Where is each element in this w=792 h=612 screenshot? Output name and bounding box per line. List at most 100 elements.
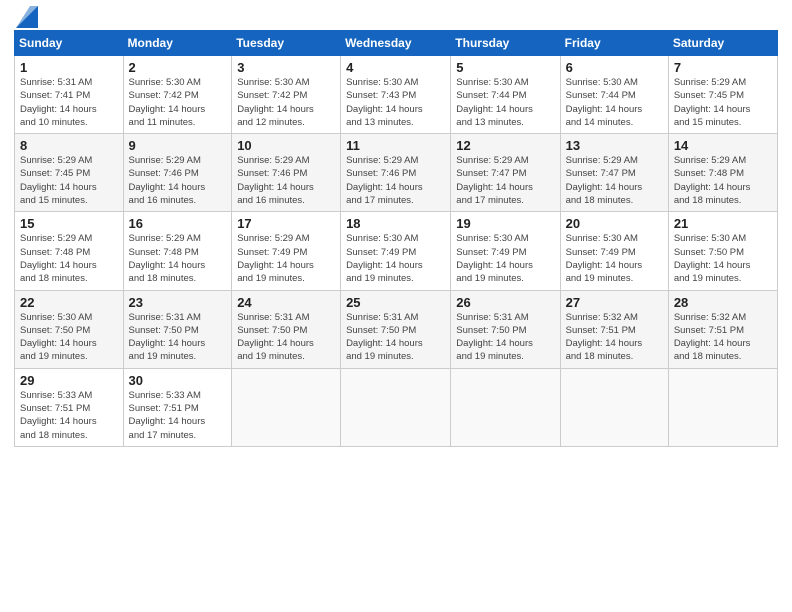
calendar-cell: 7Sunrise: 5:29 AMSunset: 7:45 PMDaylight… [668,56,777,134]
logo [14,10,38,22]
calendar-cell: 21Sunrise: 5:30 AMSunset: 7:50 PMDayligh… [668,212,777,290]
calendar-cell: 9Sunrise: 5:29 AMSunset: 7:46 PMDaylight… [123,134,232,212]
day-number: 19 [456,216,554,231]
day-info: Sunrise: 5:29 AMSunset: 7:46 PMDaylight:… [237,154,335,207]
day-info: Sunrise: 5:30 AMSunset: 7:44 PMDaylight:… [566,76,663,129]
day-info: Sunrise: 5:31 AMSunset: 7:50 PMDaylight:… [237,311,335,364]
day-info: Sunrise: 5:31 AMSunset: 7:50 PMDaylight:… [456,311,554,364]
day-number: 4 [346,60,445,75]
calendar-cell: 22Sunrise: 5:30 AMSunset: 7:50 PMDayligh… [15,290,124,368]
day-number: 11 [346,138,445,153]
weekday-header-saturday: Saturday [668,31,777,56]
day-number: 15 [20,216,118,231]
calendar-cell: 27Sunrise: 5:32 AMSunset: 7:51 PMDayligh… [560,290,668,368]
day-number: 10 [237,138,335,153]
calendar: SundayMondayTuesdayWednesdayThursdayFrid… [14,30,778,447]
day-number: 6 [566,60,663,75]
day-info: Sunrise: 5:29 AMSunset: 7:46 PMDaylight:… [129,154,227,207]
calendar-cell: 20Sunrise: 5:30 AMSunset: 7:49 PMDayligh… [560,212,668,290]
logo-icon [16,6,38,28]
day-number: 5 [456,60,554,75]
day-number: 3 [237,60,335,75]
calendar-cell: 11Sunrise: 5:29 AMSunset: 7:46 PMDayligh… [341,134,451,212]
day-number: 28 [674,295,772,310]
day-number: 16 [129,216,227,231]
calendar-cell [341,368,451,446]
day-info: Sunrise: 5:29 AMSunset: 7:46 PMDaylight:… [346,154,445,207]
weekday-header-thursday: Thursday [451,31,560,56]
day-info: Sunrise: 5:29 AMSunset: 7:49 PMDaylight:… [237,232,335,285]
calendar-cell: 16Sunrise: 5:29 AMSunset: 7:48 PMDayligh… [123,212,232,290]
day-info: Sunrise: 5:33 AMSunset: 7:51 PMDaylight:… [129,389,227,442]
calendar-cell: 18Sunrise: 5:30 AMSunset: 7:49 PMDayligh… [341,212,451,290]
day-info: Sunrise: 5:32 AMSunset: 7:51 PMDaylight:… [674,311,772,364]
day-number: 14 [674,138,772,153]
calendar-cell [668,368,777,446]
day-info: Sunrise: 5:29 AMSunset: 7:48 PMDaylight:… [129,232,227,285]
day-info: Sunrise: 5:29 AMSunset: 7:48 PMDaylight:… [674,154,772,207]
calendar-cell: 23Sunrise: 5:31 AMSunset: 7:50 PMDayligh… [123,290,232,368]
calendar-cell: 17Sunrise: 5:29 AMSunset: 7:49 PMDayligh… [232,212,341,290]
day-info: Sunrise: 5:30 AMSunset: 7:42 PMDaylight:… [237,76,335,129]
day-number: 13 [566,138,663,153]
calendar-cell: 29Sunrise: 5:33 AMSunset: 7:51 PMDayligh… [15,368,124,446]
calendar-cell: 19Sunrise: 5:30 AMSunset: 7:49 PMDayligh… [451,212,560,290]
weekday-header-friday: Friday [560,31,668,56]
calendar-cell: 5Sunrise: 5:30 AMSunset: 7:44 PMDaylight… [451,56,560,134]
week-row-2: 8Sunrise: 5:29 AMSunset: 7:45 PMDaylight… [15,134,778,212]
page: SundayMondayTuesdayWednesdayThursdayFrid… [0,0,792,612]
week-row-1: 1Sunrise: 5:31 AMSunset: 7:41 PMDaylight… [15,56,778,134]
calendar-cell: 25Sunrise: 5:31 AMSunset: 7:50 PMDayligh… [341,290,451,368]
calendar-cell: 24Sunrise: 5:31 AMSunset: 7:50 PMDayligh… [232,290,341,368]
day-number: 20 [566,216,663,231]
day-number: 26 [456,295,554,310]
day-info: Sunrise: 5:30 AMSunset: 7:42 PMDaylight:… [129,76,227,129]
calendar-cell [560,368,668,446]
calendar-cell: 10Sunrise: 5:29 AMSunset: 7:46 PMDayligh… [232,134,341,212]
day-info: Sunrise: 5:30 AMSunset: 7:49 PMDaylight:… [456,232,554,285]
day-number: 9 [129,138,227,153]
weekday-header-tuesday: Tuesday [232,31,341,56]
day-number: 8 [20,138,118,153]
day-number: 25 [346,295,445,310]
day-number: 21 [674,216,772,231]
calendar-cell [451,368,560,446]
day-info: Sunrise: 5:33 AMSunset: 7:51 PMDaylight:… [20,389,118,442]
day-info: Sunrise: 5:30 AMSunset: 7:49 PMDaylight:… [566,232,663,285]
day-info: Sunrise: 5:30 AMSunset: 7:50 PMDaylight:… [20,311,118,364]
day-info: Sunrise: 5:30 AMSunset: 7:43 PMDaylight:… [346,76,445,129]
day-info: Sunrise: 5:29 AMSunset: 7:48 PMDaylight:… [20,232,118,285]
week-row-4: 22Sunrise: 5:30 AMSunset: 7:50 PMDayligh… [15,290,778,368]
calendar-cell: 3Sunrise: 5:30 AMSunset: 7:42 PMDaylight… [232,56,341,134]
day-number: 7 [674,60,772,75]
day-info: Sunrise: 5:29 AMSunset: 7:45 PMDaylight:… [674,76,772,129]
weekday-header-row: SundayMondayTuesdayWednesdayThursdayFrid… [15,31,778,56]
day-info: Sunrise: 5:31 AMSunset: 7:41 PMDaylight:… [20,76,118,129]
calendar-cell: 28Sunrise: 5:32 AMSunset: 7:51 PMDayligh… [668,290,777,368]
calendar-cell: 6Sunrise: 5:30 AMSunset: 7:44 PMDaylight… [560,56,668,134]
calendar-cell [232,368,341,446]
day-number: 30 [129,373,227,388]
weekday-header-monday: Monday [123,31,232,56]
day-info: Sunrise: 5:29 AMSunset: 7:47 PMDaylight:… [566,154,663,207]
calendar-cell: 2Sunrise: 5:30 AMSunset: 7:42 PMDaylight… [123,56,232,134]
day-number: 24 [237,295,335,310]
day-number: 29 [20,373,118,388]
day-number: 17 [237,216,335,231]
calendar-cell: 12Sunrise: 5:29 AMSunset: 7:47 PMDayligh… [451,134,560,212]
day-number: 2 [129,60,227,75]
calendar-cell: 15Sunrise: 5:29 AMSunset: 7:48 PMDayligh… [15,212,124,290]
header [14,10,778,22]
calendar-cell: 4Sunrise: 5:30 AMSunset: 7:43 PMDaylight… [341,56,451,134]
calendar-cell: 14Sunrise: 5:29 AMSunset: 7:48 PMDayligh… [668,134,777,212]
day-info: Sunrise: 5:30 AMSunset: 7:49 PMDaylight:… [346,232,445,285]
day-number: 1 [20,60,118,75]
day-info: Sunrise: 5:32 AMSunset: 7:51 PMDaylight:… [566,311,663,364]
calendar-cell: 1Sunrise: 5:31 AMSunset: 7:41 PMDaylight… [15,56,124,134]
day-number: 27 [566,295,663,310]
day-info: Sunrise: 5:31 AMSunset: 7:50 PMDaylight:… [129,311,227,364]
day-info: Sunrise: 5:29 AMSunset: 7:47 PMDaylight:… [456,154,554,207]
day-info: Sunrise: 5:29 AMSunset: 7:45 PMDaylight:… [20,154,118,207]
calendar-cell: 13Sunrise: 5:29 AMSunset: 7:47 PMDayligh… [560,134,668,212]
calendar-cell: 8Sunrise: 5:29 AMSunset: 7:45 PMDaylight… [15,134,124,212]
